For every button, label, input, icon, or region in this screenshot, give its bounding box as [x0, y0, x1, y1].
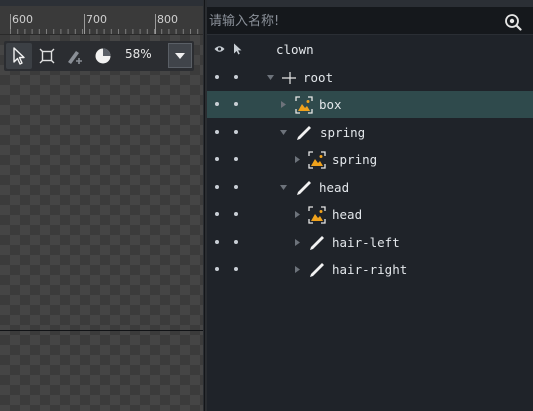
visibility-toggle[interactable]: [215, 130, 219, 134]
select-toggle[interactable]: [234, 157, 238, 161]
image-icon: [295, 96, 313, 114]
expand-arrow-right-icon[interactable]: [279, 100, 288, 109]
tree-row[interactable]: root: [207, 64, 533, 91]
tree-row-label: head: [332, 207, 363, 222]
expand-arrow-right-icon[interactable]: [293, 210, 302, 219]
visibility-toggle[interactable]: [215, 102, 219, 106]
select-arrow-icon: [13, 47, 25, 65]
select-toggle[interactable]: [234, 240, 238, 244]
visibility-toggle[interactable]: [215, 185, 219, 189]
ruler-label-600: 600: [12, 13, 33, 26]
bone-icon: [282, 72, 296, 84]
tree-row-label: root: [303, 70, 334, 85]
eye-icon[interactable]: [214, 45, 225, 53]
visibility-toggle[interactable]: [215, 267, 219, 271]
ruler-label-800: 800: [157, 13, 178, 26]
bone-transform-icon: [39, 48, 55, 64]
expand-arrow-down-icon[interactable]: [266, 73, 275, 82]
tree-header-row: clown: [207, 36, 533, 63]
tree-row-selected[interactable]: box: [207, 91, 533, 118]
cursor-icon[interactable]: [233, 43, 242, 55]
horizontal-ruler: 600 700 800: [0, 0, 203, 35]
tree-row-label: hair-left: [332, 235, 400, 250]
tree-row-label: box: [319, 97, 342, 112]
search-bar: [207, 7, 533, 35]
visibility-toggle[interactable]: [215, 75, 219, 79]
select-toggle[interactable]: [234, 185, 238, 189]
zoom-dropdown-button[interactable]: [168, 43, 192, 68]
weight-brush-icon: [68, 51, 82, 64]
hierarchy-panel: clown root box: [207, 0, 533, 411]
slot-bone-icon: [297, 181, 311, 195]
transparency-checkerboard[interactable]: [0, 35, 203, 411]
viewport-toolbar: 58%: [4, 41, 194, 71]
select-toggle[interactable]: [234, 75, 238, 79]
search-input[interactable]: [209, 10, 499, 32]
canvas-viewport[interactable]: 600 700 800 58%: [0, 0, 203, 411]
canvas-baseline: [0, 330, 203, 331]
splitter-line: [204, 0, 205, 411]
search-icon: [505, 14, 522, 31]
chevron-down-icon: [175, 52, 185, 59]
tree-row-label: spring: [332, 152, 378, 167]
panel-top-strip: [207, 0, 533, 7]
tree-row-label: hair-right: [332, 262, 408, 277]
tree-header-label: clown: [276, 42, 314, 57]
slot-bone-icon: [297, 126, 311, 140]
tree-row-label: head: [319, 180, 350, 195]
pie-mode-icon: [95, 48, 111, 64]
image-icon: [308, 206, 326, 224]
tree-row[interactable]: hair-left: [207, 229, 533, 256]
tree-row[interactable]: spring: [207, 119, 533, 146]
select-toggle[interactable]: [234, 267, 238, 271]
select-toggle[interactable]: [234, 102, 238, 106]
visibility-toggle[interactable]: [215, 212, 219, 216]
tree-row-label: spring: [320, 125, 366, 140]
weight-brush-tool-button[interactable]: [62, 43, 88, 69]
visibility-toggle[interactable]: [215, 157, 219, 161]
select-tool-button[interactable]: [6, 43, 32, 69]
zoom-value: 58%: [125, 47, 152, 61]
visibility-toggle[interactable]: [215, 240, 219, 244]
expand-arrow-right-icon[interactable]: [293, 238, 302, 247]
ruler-label-700: 700: [86, 13, 107, 26]
slot-bone-icon: [310, 236, 324, 250]
expand-arrow-down-icon[interactable]: [279, 183, 288, 192]
select-toggle[interactable]: [234, 212, 238, 216]
tree-row[interactable]: hair-right: [207, 256, 533, 283]
expand-arrow-right-icon[interactable]: [293, 155, 302, 164]
expand-arrow-right-icon[interactable]: [293, 265, 302, 274]
bone-transform-tool-button[interactable]: [34, 43, 60, 69]
pie-mode-tool-button[interactable]: [90, 43, 116, 69]
tree-row[interactable]: spring: [207, 146, 533, 173]
tree-row[interactable]: head: [207, 174, 533, 201]
expand-arrow-down-icon[interactable]: [279, 128, 288, 137]
slot-bone-icon: [310, 263, 324, 277]
image-icon: [308, 151, 326, 169]
tree-row[interactable]: head: [207, 201, 533, 228]
search-button[interactable]: [503, 12, 523, 32]
select-toggle[interactable]: [234, 130, 238, 134]
